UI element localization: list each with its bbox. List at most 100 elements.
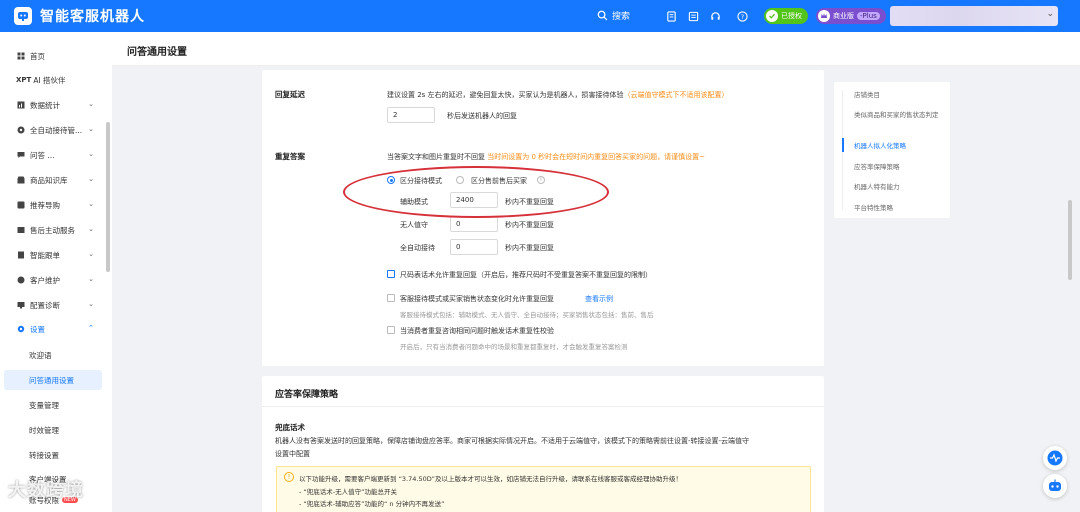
- sidebar-item-guide[interactable]: 推荐导购 ⌄: [0, 193, 104, 217]
- sidebar-item-label: 首页: [30, 51, 45, 61]
- document-icon[interactable]: [664, 9, 678, 23]
- sidebar-item-customer[interactable]: 客户维护 ⌄: [0, 268, 104, 292]
- list-icon[interactable]: [686, 9, 700, 23]
- anchor-item-active[interactable]: 机器人拟人化策略: [854, 141, 946, 151]
- unattended-input[interactable]: 0: [450, 216, 498, 232]
- user-account-dropdown[interactable]: ⌄: [890, 6, 1058, 26]
- sidebar-item-data-stats[interactable]: 数据统计 ⌄: [0, 93, 104, 117]
- sidebar-item-order-follow[interactable]: 智能跟单 ⌄: [0, 243, 104, 267]
- size-chart-label: 尺码表话术允许重复回复（开启后，推荐尺码时不受重复答案不重复回复的限制）: [400, 271, 652, 279]
- plan-label: 商业版: [833, 12, 854, 20]
- check-icon: [766, 10, 778, 22]
- reply-delay-warning: （云端值守模式下不适用该配置）: [623, 91, 729, 99]
- chevron-down-icon: ⌄: [88, 300, 94, 308]
- sidebar-sub-qa-settings[interactable]: 问答通用设置: [4, 370, 102, 390]
- plan-badge[interactable]: 商业版 -Plus: [816, 8, 886, 24]
- sidebar-sub-label: 问答通用设置: [29, 375, 74, 385]
- anchor-item[interactable]: 平台特性策略: [854, 203, 946, 213]
- sidebar-item-auto-reception[interactable]: 全自动接待管... ⌄: [0, 118, 104, 142]
- sidebar-item-after-sale[interactable]: 售后主动服务 ⌄: [0, 218, 104, 242]
- sidebar-item-label: 商品知识库: [30, 175, 68, 185]
- sidebar-item-label: 设置: [30, 324, 45, 334]
- chart-icon: [16, 101, 25, 110]
- sidebar-scrollbar[interactable]: [106, 122, 110, 272]
- sidebar-item-label: 客户维护: [30, 275, 60, 285]
- full-auto-label: 全自动接待: [400, 244, 435, 252]
- page-title: 问答通用设置: [127, 47, 187, 58]
- sidebar-sub-transfer[interactable]: 转接设置: [4, 445, 102, 465]
- full-auto-input[interactable]: 0: [450, 239, 498, 255]
- full-auto-value: 0: [456, 243, 461, 251]
- notice-line3: - “兜底话术-辅助应答”功能的“ n 分钟内不再发送”: [299, 500, 445, 508]
- guide-icon: [16, 201, 25, 210]
- sidebar-item-xpt[interactable]: XPT AI 搭伙伴: [0, 68, 104, 92]
- order-icon: [16, 251, 25, 260]
- repeat-answer-desc: 当答案文字和图片重复时不回复 当时间设置为 0 秒时会在短时间内重复回答买家的问…: [387, 152, 705, 162]
- headset-icon[interactable]: [708, 9, 722, 23]
- full-auto-suffix: 秒内不重复回复: [505, 244, 554, 252]
- svg-text:?: ?: [740, 12, 743, 20]
- fallback-desc-line2: 设置中配置: [275, 450, 310, 458]
- anchor-item[interactable]: 应答率保障策略: [854, 162, 946, 172]
- anchor-item[interactable]: 机器人特有能力: [854, 182, 946, 192]
- reply-delay-input[interactable]: 2: [387, 107, 435, 123]
- crown-icon: [818, 10, 830, 22]
- top-bar: 智能客服机器人 搜索 ? 已授权 商业版 -Plus ⌄: [0, 0, 1080, 32]
- chat-icon: [16, 151, 25, 160]
- robot-icon: [16, 126, 25, 135]
- robot-assistant-button[interactable]: [1043, 474, 1067, 498]
- anchor-active-indicator: [842, 138, 844, 152]
- anchor-item[interactable]: 店铺类目: [854, 90, 946, 100]
- sidebar-sub-label: 转接设置: [29, 450, 59, 460]
- chevron-down-icon: ⌄: [88, 225, 94, 233]
- pulse-icon: [1047, 450, 1063, 466]
- view-example-link[interactable]: 查看示例: [585, 294, 613, 304]
- sidebar-item-label: 推荐导购: [30, 200, 60, 210]
- chevron-up-icon: ⌃: [88, 324, 94, 332]
- unattended-suffix: 秒内不重复回复: [505, 221, 554, 229]
- diagnose-icon: [16, 301, 25, 310]
- chevron-down-icon: ⌄: [88, 175, 94, 183]
- sidebar-item-qa[interactable]: 问答 ... ⌄: [0, 143, 104, 167]
- reply-delay-value: 2: [393, 111, 398, 119]
- settings-card: 回复延迟 建议设置 2s 左右的延迟，避免回复太快，买家认为是机器人，损害接待体…: [262, 70, 824, 366]
- chevron-down-icon: ⌄: [88, 250, 94, 258]
- sidebar-item-product-kb[interactable]: 商品知识库 ⌄: [0, 168, 104, 192]
- sidebar-sub-timing[interactable]: 时效管理: [4, 420, 102, 440]
- plan-tag: -Plus: [857, 12, 880, 20]
- notice-line2: - “兜底话术-无人值守”功能总开关: [299, 488, 397, 496]
- sidebar-item-diagnose[interactable]: 配置诊断 ⌄: [0, 293, 104, 317]
- repeat-check-label: 当消费者重复咨询相同问题时触发话术重复性校验: [400, 327, 554, 335]
- chevron-down-icon: ⌄: [1046, 9, 1054, 19]
- sidebar-item-label: 全自动接待管...: [30, 125, 83, 135]
- page-scrollbar[interactable]: [1068, 200, 1072, 280]
- anchor-item[interactable]: 类似商品和买家的售状态判定: [854, 110, 946, 120]
- customer-icon: [16, 276, 25, 285]
- shop-icon: [16, 176, 25, 185]
- app-logo-icon: [14, 7, 32, 25]
- chevron-down-icon: ⌄: [88, 100, 94, 108]
- help-icon[interactable]: ?: [735, 9, 749, 23]
- repeat-answer-label: 重复答案: [275, 152, 305, 161]
- fallback-desc-line1: 机器人没有答案发送时的回复策略，保障店铺询盘应答率。商家可根据实际情况开启。不适…: [275, 437, 750, 445]
- response-rate-card: 应答率保障策略 兜底话术 机器人没有答案发送时的回复策略，保障店铺询盘应答率。商…: [262, 376, 824, 512]
- mode-change-checkbox[interactable]: [387, 294, 395, 302]
- sidebar-item-label: 数据统计: [30, 100, 60, 110]
- top-search-button[interactable]: 搜索: [597, 9, 630, 22]
- sidebar-item-home[interactable]: 首页: [0, 44, 104, 68]
- sidebar-sub-variables[interactable]: 变量管理: [4, 395, 102, 415]
- highlight-annotation: [343, 166, 609, 218]
- sidebar: 首页 XPT AI 搭伙伴 数据统计 ⌄ 全自动接待管... ⌄ 问答 ... …: [0, 32, 112, 512]
- watermark: 大数跨境: [8, 480, 84, 501]
- chevron-down-icon: ⌄: [88, 125, 94, 133]
- xpt-logo: XPT: [16, 76, 32, 84]
- authorized-badge[interactable]: 已授权: [764, 8, 808, 24]
- chevron-down-icon: ⌄: [88, 275, 94, 283]
- size-chart-checkbox[interactable]: [387, 270, 395, 278]
- reply-delay-label: 回复延迟: [275, 90, 305, 99]
- pulse-chat-button[interactable]: [1043, 446, 1067, 470]
- repeat-check-checkbox[interactable]: [387, 326, 395, 334]
- sidebar-sub-welcome[interactable]: 欢迎语: [4, 345, 102, 365]
- sidebar-item-settings[interactable]: 设置 ⌃: [0, 317, 104, 341]
- chevron-down-icon: ⌄: [88, 150, 94, 158]
